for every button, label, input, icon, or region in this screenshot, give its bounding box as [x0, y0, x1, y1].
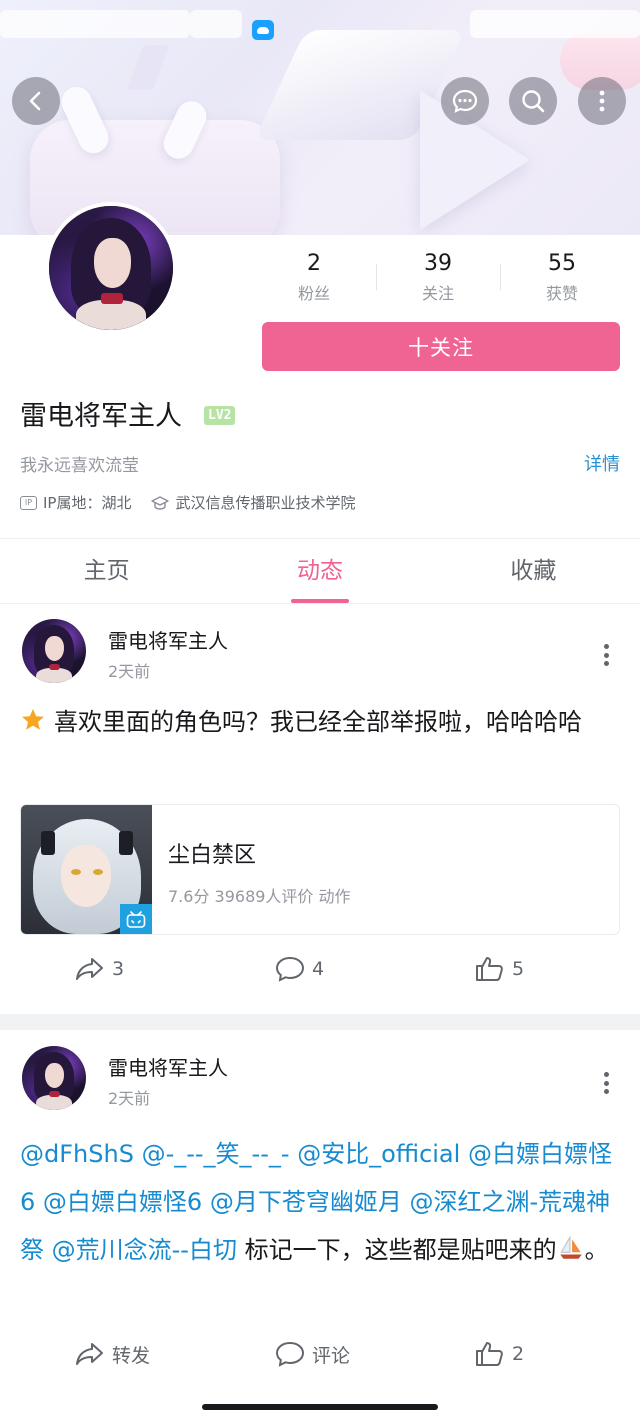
message-icon — [452, 89, 478, 113]
status-bar-right — [470, 10, 640, 38]
forward-icon — [76, 1343, 103, 1365]
profile-stats: 2 粉丝 39 关注 55 获赞 — [252, 250, 624, 310]
stat-label: 获赞 — [545, 284, 578, 303]
card-meta: 7.6分 39689人评价 动作 — [168, 887, 351, 906]
stat-number: 55 — [548, 251, 576, 276]
more-icon — [599, 90, 605, 112]
mention-link[interactable]: @-_--_笑_--_- — [142, 1140, 290, 1168]
stat-label: 粉丝 — [297, 284, 330, 303]
game-thumbnail — [21, 805, 152, 934]
forward-icon — [76, 958, 103, 980]
post-actions: 3 4 5 — [0, 955, 640, 995]
tab-dynamics[interactable]: 动态 — [213, 539, 426, 603]
post-divider — [0, 1014, 640, 1030]
post-actions: 转发 评论 2 — [0, 1340, 640, 1380]
cloud-icon — [252, 20, 274, 40]
mention-link[interactable]: @荒川念流--白切 — [52, 1236, 237, 1264]
stat-following[interactable]: 39 关注 — [376, 250, 500, 310]
school-name[interactable]: 武汉信息传播职业技术学院 — [175, 492, 355, 513]
more-button[interactable] — [578, 77, 626, 125]
post-time: 2天前 — [108, 662, 151, 681]
home-indicator — [202, 1404, 438, 1410]
like-count: 5 — [512, 958, 525, 980]
like-icon — [476, 1342, 503, 1366]
profile-name: 雷电将军主人 — [20, 401, 182, 432]
status-bar-speed — [190, 10, 242, 38]
post-body: 喜欢里面的角色吗？我已经全部举报啦，哈哈哈哈 — [54, 708, 582, 736]
forward-button[interactable]: 3 — [74, 955, 124, 983]
mention-link[interactable]: @dFhShS — [20, 1140, 134, 1168]
message-button[interactable] — [441, 77, 489, 125]
stat-number: 39 — [424, 251, 452, 276]
star-icon — [22, 709, 44, 730]
status-bar-left — [0, 10, 190, 38]
back-arrow-icon — [29, 91, 41, 111]
post-more-button[interactable] — [596, 1069, 616, 1097]
profile-meta: IP IP属地：湖北 武汉信息传播职业技术学院 — [20, 492, 356, 513]
post-text: 喜欢里面的角色吗？我已经全部举报啦，哈哈哈哈 — [20, 700, 620, 745]
tab-home[interactable]: 主页 — [0, 539, 213, 603]
comment-button[interactable]: 4 — [274, 955, 324, 983]
post-author[interactable]: 雷电将军主人 — [108, 625, 228, 654]
level-badge: LV2 — [204, 406, 236, 425]
back-button[interactable] — [12, 77, 60, 125]
bilibili-tv-icon — [120, 904, 152, 934]
profile-bio: 我永远喜欢流莹 — [20, 456, 139, 476]
post-author[interactable]: 雷电将军主人 — [108, 1052, 228, 1081]
post-more-button[interactable] — [596, 641, 616, 669]
ip-icon: IP — [20, 495, 37, 510]
post-avatar[interactable] — [22, 1046, 86, 1110]
graduation-cap-icon — [151, 495, 170, 510]
mention-link[interactable]: @安比_official — [297, 1140, 460, 1168]
comment-icon — [275, 956, 305, 982]
card-title: 尘白禁区 — [168, 843, 257, 868]
comment-label: 评论 — [312, 1344, 351, 1367]
forward-count: 3 — [112, 958, 125, 980]
game-card[interactable]: 尘白禁区 7.6分 39689人评价 动作 — [20, 804, 620, 935]
search-icon — [522, 90, 545, 113]
sailboat-icon — [559, 1235, 582, 1259]
stat-fans[interactable]: 2 粉丝 — [252, 250, 376, 310]
profile-tabs: 主页 动态 收藏 — [0, 538, 640, 604]
post-text: @dFhShS @-_--_笑_--_- @安比_official @白嫖白嫖怪… — [20, 1130, 620, 1274]
comment-button[interactable]: 评论 — [274, 1340, 350, 1368]
like-count: 2 — [512, 1343, 525, 1365]
like-button[interactable]: 2 — [474, 1340, 524, 1368]
forward-button[interactable]: 转发 — [74, 1340, 150, 1368]
avatar[interactable] — [45, 202, 177, 334]
stat-likes[interactable]: 55 获赞 — [500, 250, 624, 310]
post-time: 2天前 — [108, 1089, 151, 1108]
stat-label: 关注 — [421, 284, 454, 303]
post-avatar[interactable] — [22, 619, 86, 683]
mention-link[interactable]: @白嫖白嫖怪6 — [43, 1188, 202, 1216]
post-body-end: 。 — [584, 1236, 609, 1264]
post-body: 标记一下，这些都是贴吧来的 — [244, 1236, 557, 1264]
detail-link[interactable]: 详情 — [584, 450, 620, 476]
forward-label: 转发 — [112, 1344, 151, 1367]
ip-location: IP属地：湖北 — [43, 494, 132, 512]
comment-count: 4 — [312, 958, 325, 980]
comment-icon — [275, 1341, 305, 1367]
follow-button[interactable]: 十关注 — [262, 322, 620, 371]
mention-link[interactable]: @月下苍穹幽姬月 — [210, 1188, 402, 1216]
like-icon — [476, 957, 503, 981]
stat-number: 2 — [307, 251, 321, 276]
like-button[interactable]: 5 — [474, 955, 524, 983]
search-button[interactable] — [509, 77, 557, 125]
tab-favorites[interactable]: 收藏 — [427, 539, 640, 603]
